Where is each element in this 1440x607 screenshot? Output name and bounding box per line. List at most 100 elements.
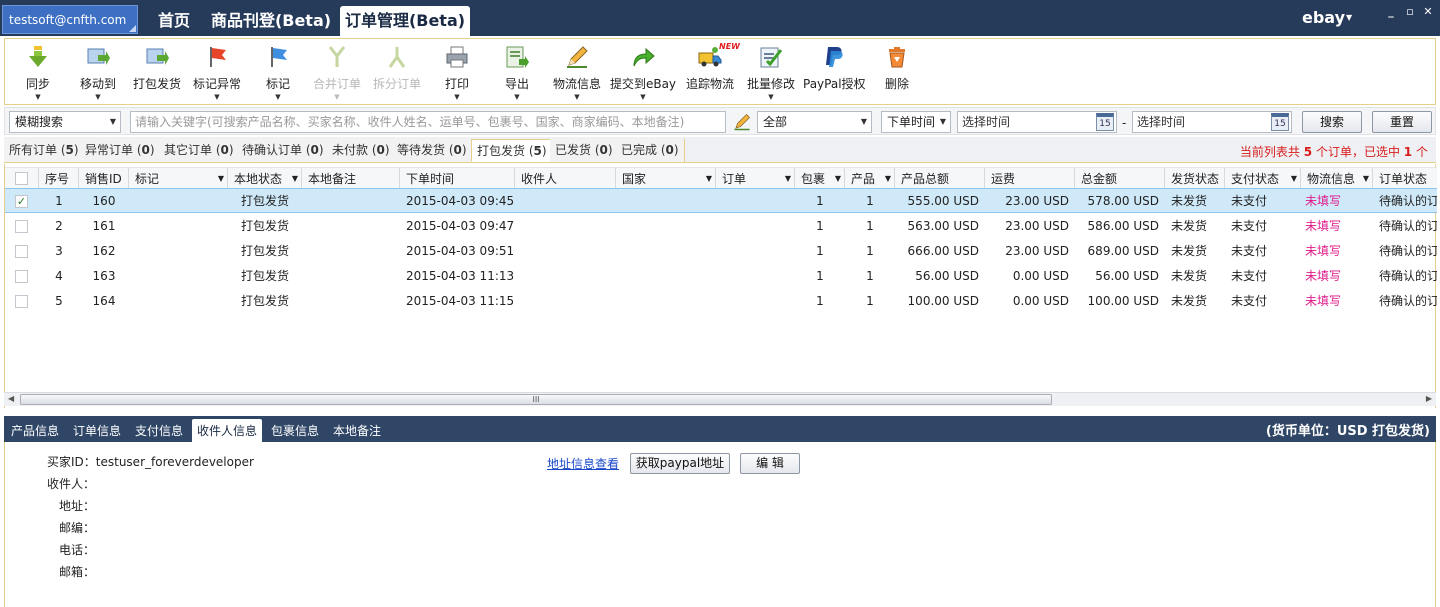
col-order[interactable]: 订单 ▼ xyxy=(716,168,795,190)
delete-button[interactable]: 删除 xyxy=(883,45,911,103)
filter-dropdown-icon[interactable]: ▼ xyxy=(885,168,891,190)
table-row[interactable]: 3 162 打包发货 2015-04-03 09:51 1 1 666.00 U… xyxy=(5,239,1437,264)
filter-dropdown-icon[interactable]: ▼ xyxy=(785,168,791,190)
chevron-down-icon[interactable]: ▼ xyxy=(1346,13,1352,22)
reset-button[interactable]: 重置 xyxy=(1372,111,1432,133)
col-products[interactable]: 产品 ▼ xyxy=(845,168,895,190)
track-logistics-button[interactable]: NEW 追踪物流 xyxy=(685,42,740,103)
col-product-total[interactable]: 产品总额 xyxy=(895,168,985,190)
detail-tab-product[interactable]: 产品信息 xyxy=(6,419,64,442)
split-order-button[interactable]: 拆分订单 xyxy=(371,45,423,103)
trash-icon xyxy=(889,47,905,68)
filter-tab-exception[interactable]: 异常订单 (0) xyxy=(80,139,161,162)
table-row[interactable]: 4 163 打包发货 2015-04-03 11:13 1 1 56.00 US… xyxy=(5,264,1437,289)
search-button[interactable]: 搜索 xyxy=(1302,111,1362,133)
detail-tab-payment[interactable]: 支付信息 xyxy=(130,419,188,442)
tab-listing[interactable]: 商品刊登(Beta) xyxy=(206,6,336,36)
keyword-search-input[interactable]: 请输入关键字(可搜索产品名称、买家名称、收件人姓名、运单号、包裹号、国家、商家编… xyxy=(130,111,726,133)
filter-tab-completed[interactable]: 已完成 (0) xyxy=(616,139,685,162)
col-pay-status[interactable]: 支付状态 ▼ xyxy=(1225,168,1301,190)
col-shipping[interactable]: 运费 xyxy=(985,168,1075,190)
edit-pencil-icon[interactable] xyxy=(733,113,751,131)
pack-ship-button[interactable]: 打包发货 xyxy=(131,45,183,103)
chevron-down-icon: ▼ xyxy=(860,117,867,126)
move-to-button[interactable]: 移动到 ▼ xyxy=(77,45,119,103)
time-field-select[interactable]: 下单时间 ▼ xyxy=(881,111,951,133)
select-all-checkbox-cell[interactable] xyxy=(5,168,39,190)
tab-home[interactable]: 首页 xyxy=(148,6,200,36)
filter-tab-pending-confirm[interactable]: 待确认订单 (0) xyxy=(237,139,330,162)
filter-tab-packing[interactable]: 打包发货 (5) xyxy=(471,139,553,162)
calendar-icon[interactable]: 15 xyxy=(1096,113,1114,131)
export-button[interactable]: 导出 ▼ xyxy=(503,45,531,103)
filter-tab-all[interactable]: 所有订单 (5) xyxy=(4,139,85,162)
table-row[interactable]: ✓ 1 160 打包发货 2015-04-03 09:45 1 1 555.00… xyxy=(5,188,1437,213)
edit-button[interactable]: 编 辑 xyxy=(740,453,800,474)
col-order-time[interactable]: 下单时间 xyxy=(400,168,515,190)
grid-header: 序号 销售ID 标记 ▼ 本地状态 ▼ 本地备注 下单时间 收件人 国家 ▼ 订单 ▼ … xyxy=(5,167,1437,190)
start-time-input[interactable]: 选择时间 15 xyxy=(957,111,1117,133)
col-recipient[interactable]: 收件人 xyxy=(515,168,616,190)
address-info-link[interactable]: 地址信息查看 xyxy=(547,455,619,472)
filter-dropdown-icon[interactable]: ▼ xyxy=(218,168,224,190)
tab-orders[interactable]: 订单管理(Beta) xyxy=(340,6,470,36)
filter-dropdown-icon[interactable]: ▼ xyxy=(1291,168,1297,190)
col-total[interactable]: 总金额 xyxy=(1075,168,1165,190)
col-packages[interactable]: 包裹 ▼ xyxy=(795,168,845,190)
restore-button[interactable]: ▫ xyxy=(1403,5,1417,18)
paypal-auth-button[interactable]: PayPal授权 xyxy=(803,45,866,103)
filter-dropdown-icon[interactable]: ▼ xyxy=(292,168,298,190)
detail-tab-recipient[interactable]: 收件人信息 xyxy=(192,419,263,442)
scope-select[interactable]: 全部 ▼ xyxy=(757,111,872,133)
account-selector[interactable]: testsoft@cnfth.com xyxy=(2,5,138,34)
logistics-info-button[interactable]: 物流信息 ▼ xyxy=(551,45,603,103)
merge-orders-button[interactable]: 合并订单 ▼ xyxy=(311,45,363,103)
print-button[interactable]: 打印 ▼ xyxy=(443,45,471,103)
col-logistics[interactable]: 物流信息 ▼ xyxy=(1301,168,1373,190)
mark-exception-button[interactable]: 标记异常 ▼ xyxy=(191,45,243,103)
row-checkbox[interactable]: ✓ xyxy=(15,195,28,208)
search-mode-select[interactable]: 模糊搜索 ▼ xyxy=(9,111,121,133)
submit-to-ebay-button[interactable]: 提交到eBay ▼ xyxy=(609,45,677,103)
detail-tab-local-note[interactable]: 本地备注 xyxy=(328,419,386,442)
col-mark[interactable]: 标记 ▼ xyxy=(129,168,228,190)
filter-dropdown-icon[interactable]: ▼ xyxy=(835,168,841,190)
batch-edit-button[interactable]: 批量修改 ▼ xyxy=(745,45,797,103)
row-checkbox[interactable] xyxy=(15,270,28,283)
get-paypal-address-button[interactable]: 获取paypal地址 xyxy=(630,453,730,474)
filter-dropdown-icon[interactable]: ▼ xyxy=(706,168,712,190)
row-checkbox[interactable] xyxy=(15,245,28,258)
col-local-status[interactable]: 本地状态 ▼ xyxy=(228,168,302,190)
detail-tab-package[interactable]: 包裹信息 xyxy=(266,419,324,442)
mark-button[interactable]: 标记 ▼ xyxy=(261,45,295,103)
sync-button[interactable]: 同步 ▼ xyxy=(21,45,55,103)
minimize-button[interactable]: _ xyxy=(1384,5,1398,18)
table-row[interactable]: 5 164 打包发货 2015-04-03 11:15 1 1 100.00 U… xyxy=(5,289,1437,314)
account-corner-icon xyxy=(129,25,136,32)
filter-tab-unpaid[interactable]: 未付款 (0) xyxy=(327,139,396,162)
col-local-note[interactable]: 本地备注 xyxy=(302,168,400,190)
detail-tab-order[interactable]: 订单信息 xyxy=(68,419,126,442)
table-row[interactable]: 2 161 打包发货 2015-04-03 09:47 1 1 563.00 U… xyxy=(5,214,1437,239)
merge-icon xyxy=(328,46,346,67)
platform-selector[interactable]: ebay xyxy=(1302,8,1345,27)
filter-dropdown-icon[interactable]: ▼ xyxy=(1363,168,1369,190)
row-checkbox[interactable] xyxy=(15,220,28,233)
row-checkbox[interactable] xyxy=(15,295,28,308)
scroll-right-icon[interactable]: ▶ xyxy=(1426,394,1432,403)
calendar-icon[interactable]: 15 xyxy=(1271,113,1289,131)
select-all-checkbox[interactable] xyxy=(15,172,28,185)
filter-tab-other[interactable]: 其它订单 (0) xyxy=(159,139,240,162)
scroll-left-icon[interactable]: ◀ xyxy=(8,394,14,403)
filter-tab-shipped[interactable]: 已发货 (0) xyxy=(550,139,619,162)
col-order-status[interactable]: 订单状态 xyxy=(1373,168,1437,190)
col-sale-id[interactable]: 销售ID xyxy=(79,168,129,190)
scrollbar-thumb[interactable]: III xyxy=(20,394,1052,405)
col-index[interactable]: 序号 xyxy=(39,168,79,190)
col-ship-status[interactable]: 发货状态 xyxy=(1165,168,1225,190)
end-time-input[interactable]: 选择时间 15 xyxy=(1132,111,1292,133)
col-country[interactable]: 国家 ▼ xyxy=(616,168,716,190)
filter-tab-awaiting-shipment[interactable]: 等待发货 (0) xyxy=(392,139,473,162)
horizontal-scrollbar[interactable]: ◀ III ▶ xyxy=(4,392,1436,406)
close-button[interactable]: ✕ xyxy=(1421,5,1435,18)
